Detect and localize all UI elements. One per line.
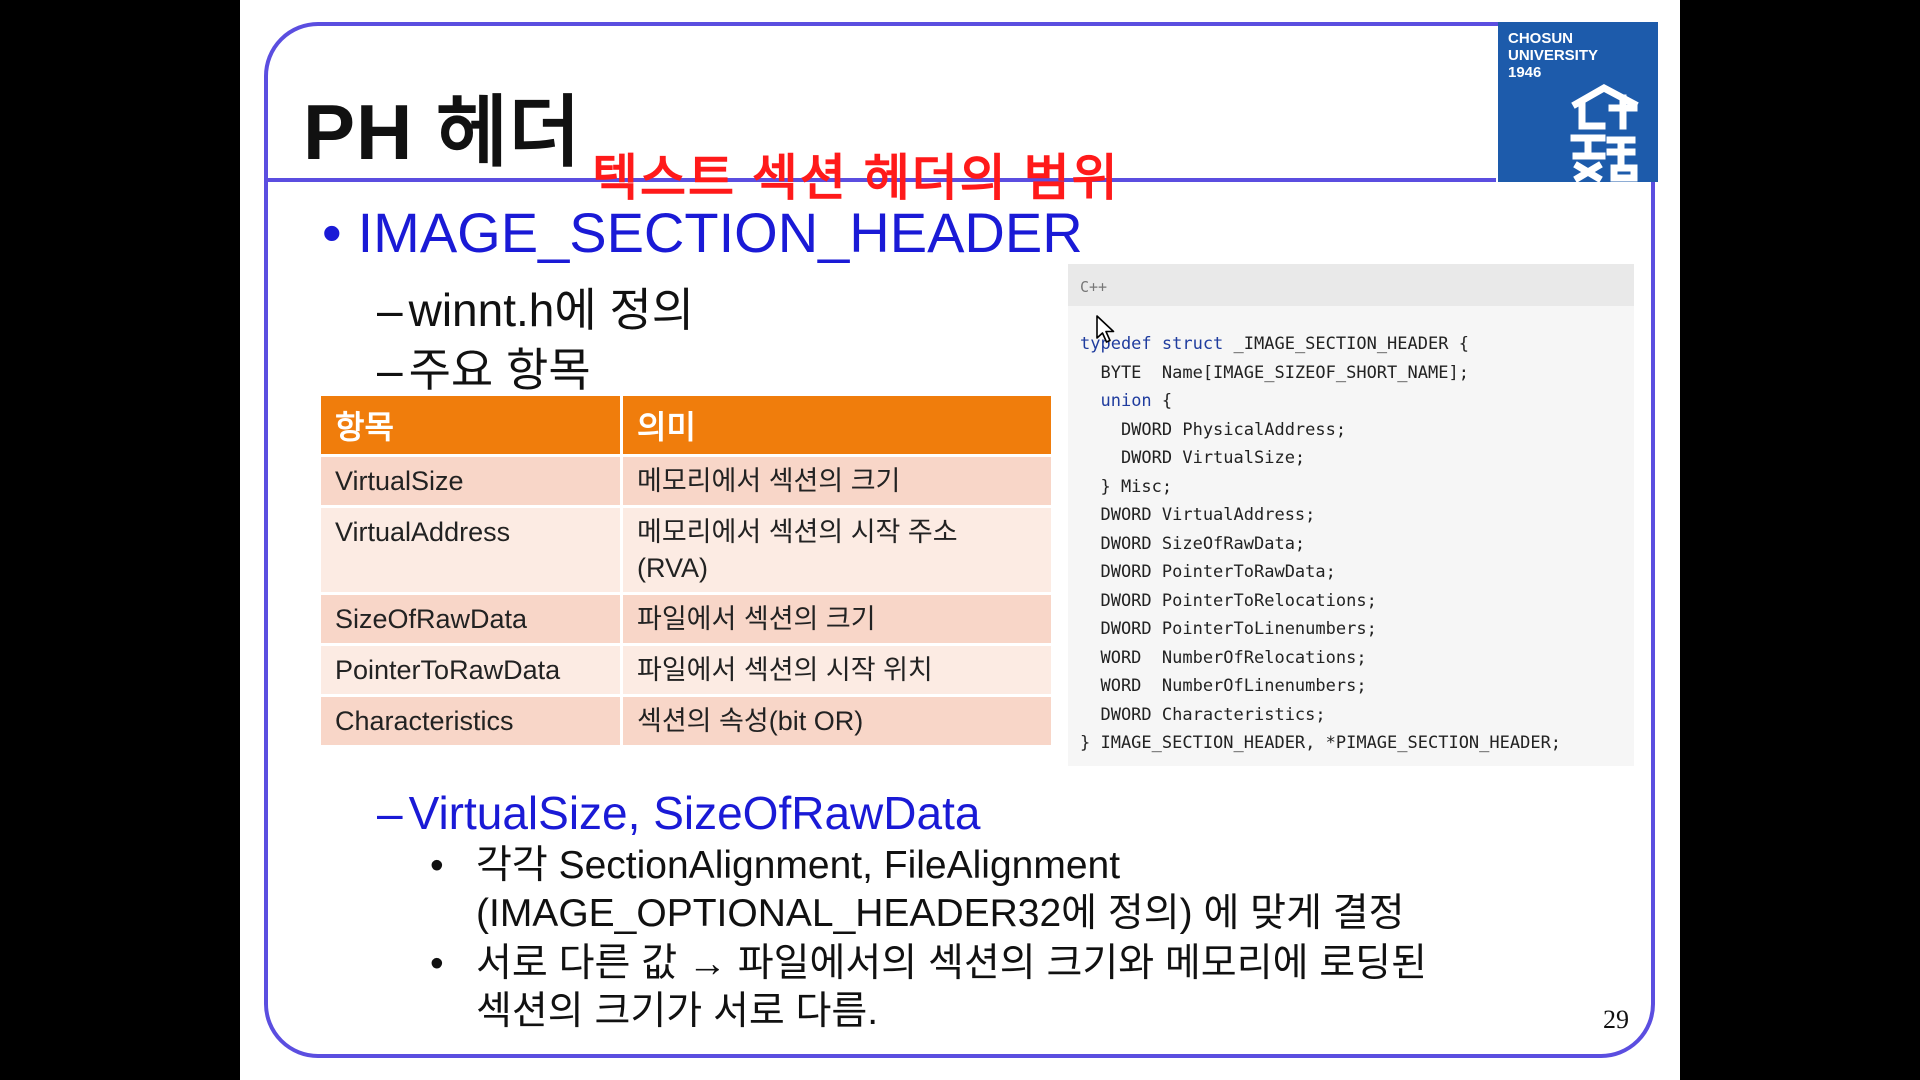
code-line: DWORD Characteristics;	[1080, 704, 1326, 725]
code-line: typedef struct _IMAGE_SECTION_HEADER {	[1080, 334, 1469, 354]
table-cell-meaning: 파일에서 섹션의 시작 위치	[623, 643, 1054, 694]
table-cell-field: VirtualSize	[321, 454, 623, 505]
fields-table: 항목 의미 VirtualSize 메모리에서 섹션의 크기 VirtualAd…	[321, 396, 1054, 745]
table-cell-meaning: 메모리에서 섹션의 크기	[623, 454, 1054, 505]
bullet-dot: •	[430, 942, 444, 985]
table-cell-field: Characteristics	[321, 694, 623, 745]
dash-marker: –	[377, 787, 403, 839]
code-line: union {	[1100, 391, 1173, 411]
table-header-meaning: 의미	[623, 396, 1054, 454]
sub-item-definition: – winnt.h에 정의	[377, 274, 694, 340]
code-line: DWORD PointerToRelocations;	[1080, 590, 1377, 611]
table-header-field: 항목	[321, 396, 623, 454]
table-cell-field: SizeOfRawData	[321, 592, 623, 643]
logo-line-3: 1946	[1508, 64, 1542, 81]
logo-line-1: CHOSUN	[1508, 30, 1574, 47]
detail-bullet-alignment: • 각각 SectionAlignment, FileAlignment (IM…	[430, 842, 1405, 938]
code-language-label: C++	[1068, 264, 1634, 306]
code-block: C++ typedef struct _IMAGE_SECTION_HEADER…	[1068, 264, 1634, 766]
table-cell-meaning: 메모리에서 섹션의 시작 주소 (RVA)	[623, 505, 1054, 592]
table-header-row: 항목 의미	[321, 396, 1054, 454]
sub-item-sizes-text: VirtualSize, SizeOfRawData	[408, 787, 981, 839]
code-line: BYTE Name[IMAGE_SIZEOF_SHORT_NAME];	[1080, 362, 1469, 383]
mouse-pointer-icon	[1096, 315, 1115, 343]
university-logo: CHOSUN UNIVERSITY 1946	[1498, 22, 1658, 182]
code-line: DWORD SizeOfRawData;	[1080, 533, 1306, 554]
table-row: Characteristics 섹션의 속성(bit OR)	[321, 694, 1054, 745]
table-row: VirtualAddress 메모리에서 섹션의 시작 주소 (RVA)	[321, 505, 1054, 592]
detail-line: (IMAGE_OPTIONAL_HEADER32에 정의) 에 맞게 결정	[476, 892, 1405, 935]
bullet-dot: •	[430, 844, 444, 887]
sub-item-definition-text: winnt.h에 정의	[408, 284, 695, 336]
code-line: DWORD VirtualAddress;	[1080, 505, 1316, 525]
sub-item-sizes: – VirtualSize, SizeOfRawData	[377, 786, 980, 840]
code-line: WORD NumberOfLinenumbers;	[1080, 676, 1367, 696]
code-line: } Misc;	[1080, 476, 1173, 497]
table-cell-meaning: 파일에서 섹션의 크기	[623, 592, 1054, 643]
page-number: 29	[1603, 1005, 1629, 1034]
dash-marker: –	[377, 344, 403, 396]
code-line: } IMAGE_SECTION_HEADER, *PIMAGE_SECTION_…	[1080, 733, 1562, 753]
code-content: typedef struct _IMAGE_SECTION_HEADER { B…	[1068, 306, 1634, 758]
detail-line: 각각 SectionAlignment, FileAlignment	[476, 844, 1121, 887]
table-row: SizeOfRawData 파일에서 섹션의 크기	[321, 592, 1054, 643]
table-cell-field: VirtualAddress	[321, 505, 623, 592]
code-line: DWORD VirtualSize;	[1080, 448, 1306, 468]
code-line: WORD NumberOfRelocations;	[1080, 647, 1367, 668]
detail-line: 섹션의 크기가 서로 다름.	[476, 990, 879, 1033]
table-row: PointerToRawData 파일에서 섹션의 시작 위치	[321, 643, 1054, 694]
detail-bullet-difference: • 서로 다른 값 → 파일에서의 섹션의 크기와 메모리에 로딩된 섹션의 크…	[430, 940, 1427, 1036]
bullet-dot: •	[322, 201, 342, 264]
table-row: VirtualSize 메모리에서 섹션의 크기	[321, 454, 1054, 505]
logo-emblem-icon	[1570, 84, 1639, 182]
slide: PH 헤더 CHOSUN UNIVERSITY 1946 • IMAGE_SECT…	[240, 0, 1680, 1080]
sub-item-main-fields-text: 주요 항목	[408, 344, 591, 396]
detail-line: 서로 다른 값 → 파일에서의 섹션의 크기와 메모리에 로딩된	[476, 942, 1427, 985]
table-cell-field: PointerToRawData	[321, 643, 623, 694]
logo-line-2: UNIVERSITY	[1508, 47, 1599, 64]
logo-text: CHOSUN UNIVERSITY 1946	[1508, 30, 1598, 81]
code-line: DWORD PhysicalAddress;	[1080, 419, 1347, 440]
code-line: DWORD PointerToRawData;	[1080, 562, 1336, 582]
main-bullet-text: IMAGE_SECTION_HEADER	[357, 201, 1083, 264]
code-line: DWORD PointerToLinenumbers;	[1080, 619, 1377, 639]
slide-title: PH 헤더	[303, 88, 582, 176]
sub-item-main-fields: – 주요 항목	[377, 334, 591, 400]
table-cell-meaning: 섹션의 속성(bit OR)	[623, 694, 1054, 745]
dash-marker: –	[377, 284, 403, 336]
annotation-overlay-text: 텍스트 섹션 헤더의 범위	[592, 150, 1120, 206]
